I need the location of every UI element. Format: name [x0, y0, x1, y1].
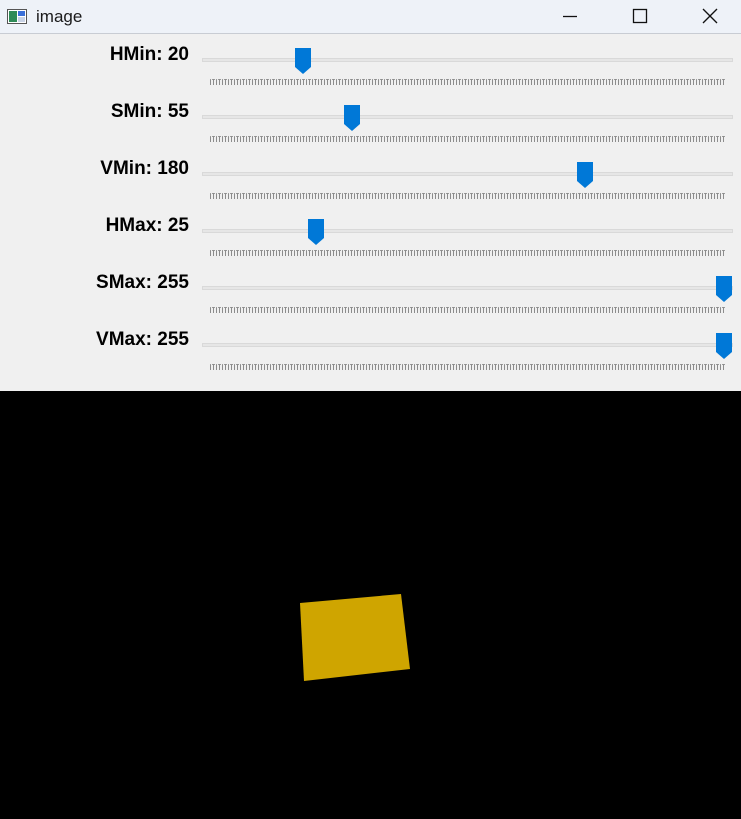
- tick-marks: [210, 307, 725, 313]
- slider-thumb[interactable]: [343, 104, 361, 132]
- slider-thumb[interactable]: [576, 161, 594, 189]
- trackbar-label: HMin: 20: [109, 44, 189, 65]
- trackbar-label: HMax: 25: [105, 215, 189, 236]
- tick-marks: [210, 364, 725, 370]
- trackbar-label: VMax: 255: [96, 329, 189, 350]
- slider-track[interactable]: [202, 343, 733, 347]
- close-icon: [702, 8, 718, 24]
- image-view: [0, 391, 741, 814]
- maximize-button[interactable]: [616, 0, 664, 33]
- trackbar-label: SMax: 255: [96, 272, 189, 293]
- slider-track[interactable]: [202, 115, 733, 119]
- tick-marks: [210, 136, 725, 142]
- close-button[interactable]: [686, 0, 734, 33]
- slider-thumb[interactable]: [715, 332, 733, 360]
- trackbar-hmax: HMax: 25: [0, 205, 741, 262]
- tick-marks: [210, 79, 725, 85]
- app-image-icon: [7, 9, 27, 24]
- slider-track[interactable]: [202, 172, 733, 176]
- mask-image: [0, 391, 741, 814]
- slider-thumb[interactable]: [715, 275, 733, 303]
- trackbar-smin: SMin: 55: [0, 91, 741, 148]
- maximize-icon: [632, 8, 648, 24]
- tick-marks: [210, 250, 725, 256]
- slider-track[interactable]: [202, 58, 733, 62]
- trackbar-label: SMin: 55: [110, 101, 189, 122]
- slider-track[interactable]: [202, 229, 733, 233]
- trackbar-panel: HMin: 20 SMin: 55 VMin: 180 HMax: 25 SMa…: [0, 34, 741, 391]
- trackbar-smax: SMax: 255: [0, 262, 741, 319]
- slider-track[interactable]: [202, 286, 733, 290]
- tick-marks: [210, 193, 725, 199]
- slider-thumb[interactable]: [294, 47, 312, 75]
- title-bar[interactable]: image: [0, 0, 741, 34]
- trackbar-label: VMin: 180: [100, 158, 189, 179]
- trackbar-hmin: HMin: 20: [0, 34, 741, 91]
- slider-thumb[interactable]: [307, 218, 325, 246]
- minimize-icon: [563, 15, 577, 18]
- window-title: image: [36, 7, 83, 26]
- detected-object: [300, 594, 410, 681]
- trackbar-vmin: VMin: 180: [0, 148, 741, 205]
- trackbar-vmax: VMax: 255: [0, 319, 741, 376]
- minimize-button[interactable]: [546, 0, 594, 33]
